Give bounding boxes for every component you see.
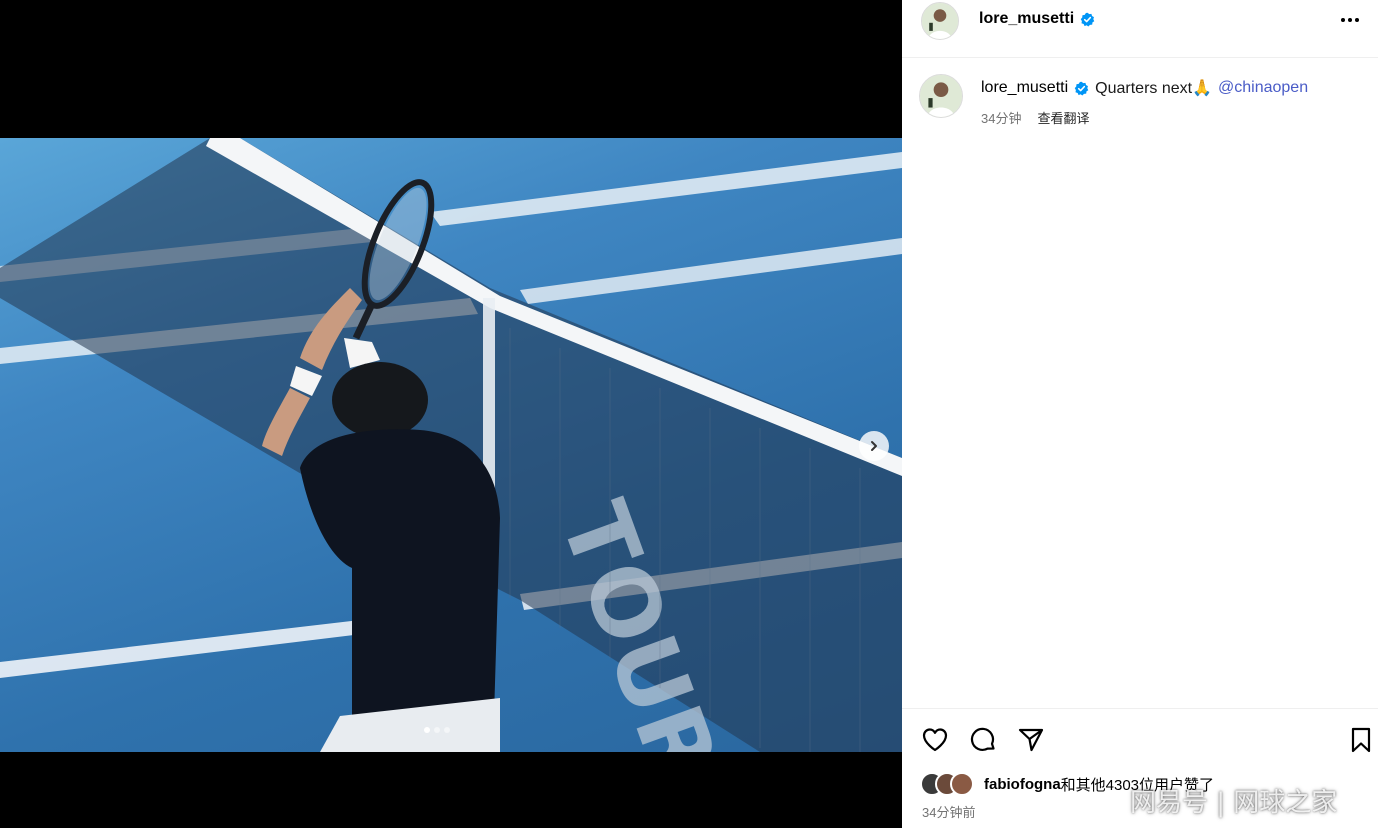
caption-timestamp[interactable]: 34分钟 [981, 108, 1021, 127]
save-button[interactable] [1346, 725, 1376, 755]
post-photo[interactable]: TOUR [0, 138, 902, 752]
header-username[interactable]: lore_musetti [979, 10, 1074, 28]
carousel-dot[interactable] [444, 727, 450, 733]
more-options-button[interactable] [1338, 10, 1362, 30]
post-timestamp[interactable]: 34分钟前 [922, 802, 975, 821]
avatar[interactable] [921, 2, 959, 40]
avatar[interactable] [950, 772, 974, 796]
tennis-player-photo: TOUR [0, 138, 902, 752]
verified-badge-icon [1074, 81, 1089, 95]
heart-icon [922, 728, 948, 752]
comment-icon [970, 727, 995, 751]
post-header: lore_musetti [902, 0, 1378, 58]
comment-button[interactable] [968, 725, 998, 755]
caption-username[interactable]: lore_musetti [981, 79, 1068, 97]
caption-text: Quarters next🙏 [1095, 80, 1213, 97]
carousel-next-button[interactable] [859, 431, 889, 461]
see-translation-link[interactable]: 查看翻译 [1037, 108, 1089, 127]
share-icon [1018, 728, 1044, 752]
liker-username[interactable]: fabiofogna [984, 776, 1061, 793]
like-button[interactable] [920, 725, 950, 755]
post-media: TOUR [0, 0, 902, 828]
verified-badge-icon [1080, 12, 1095, 26]
caption-mention-link[interactable]: @chinaopen [1218, 79, 1308, 97]
carousel-indicator [424, 727, 450, 733]
more-icon [1341, 18, 1345, 22]
carousel-dot[interactable] [434, 727, 440, 733]
bookmark-icon [1351, 727, 1371, 753]
avatar[interactable] [919, 74, 963, 118]
carousel-dot[interactable] [424, 727, 430, 733]
post-actions-bar [902, 708, 1378, 764]
share-button[interactable] [1016, 725, 1046, 755]
chevron-right-icon [871, 441, 877, 451]
liker-avatars [920, 772, 974, 796]
post-side-panel: lore_musetti lore_musetti Quarters next🙏… [902, 0, 1378, 828]
watermark: 网易号 | 网球之家 [1130, 788, 1338, 818]
